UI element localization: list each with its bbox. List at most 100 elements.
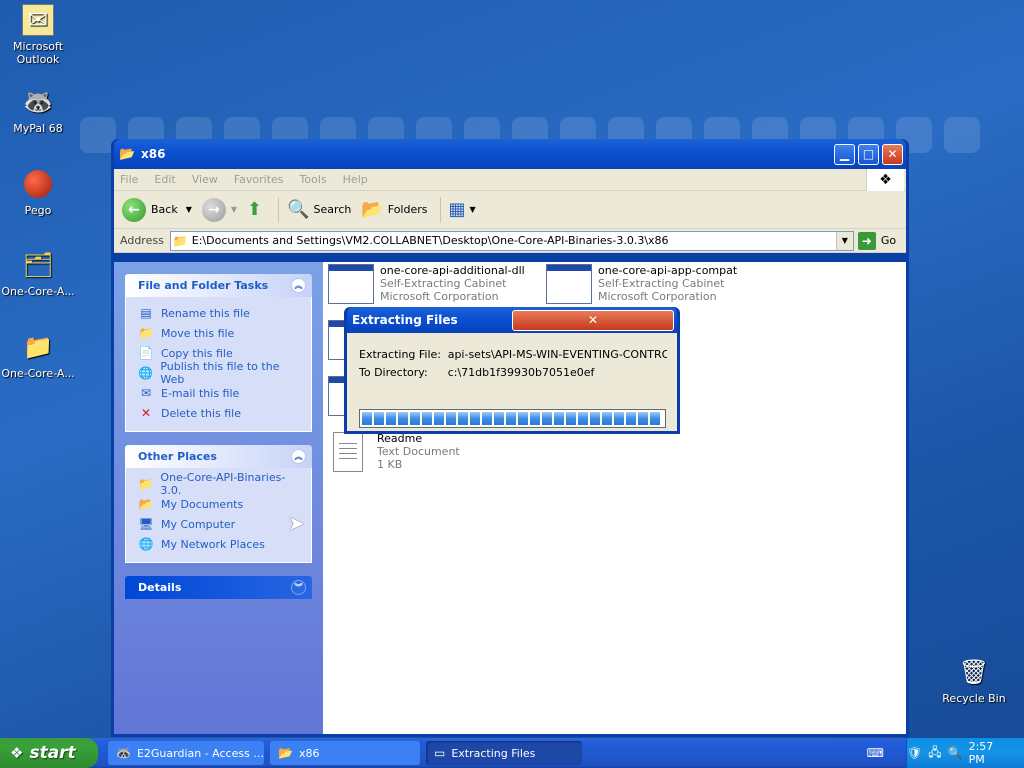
file-item[interactable]: one-core-api-app-compat Self-Extracting C… — [546, 264, 737, 304]
desktop-icon-label: One-Core-A... — [1, 285, 75, 298]
maximize-button[interactable]: □ — [858, 143, 879, 165]
desktop-icon-outlook[interactable]: ✉ Microsoft Outlook — [0, 4, 76, 66]
search-icon[interactable]: 🔍 — [948, 746, 963, 760]
text-document-icon — [333, 432, 363, 472]
place-my-documents[interactable]: 📂 My Documents — [138, 494, 301, 514]
windows-logo-icon: ❖ — [866, 169, 904, 191]
taskbar-item-extracting[interactable]: ▭ Extracting Files — [426, 741, 582, 765]
task-label: Copy this file — [161, 346, 233, 360]
file-item[interactable]: one-core-api-additional-dll Self-Extracti… — [328, 264, 525, 304]
taskbar-item-e2guardian[interactable]: 🦝 E2Guardian - Access ... — [108, 741, 264, 765]
progress-block — [470, 412, 480, 425]
address-input[interactable]: 📁 E:\Documents and Settings\VM2.COLLABNE… — [169, 230, 854, 251]
outlook-icon: ✉ — [22, 4, 54, 36]
folders-icon: 📂 — [361, 199, 384, 220]
forward-dropdown-icon[interactable]: ▼ — [231, 205, 237, 214]
folders-button[interactable]: 📂 Folders — [361, 199, 427, 220]
dialog-close-button[interactable]: ✕ — [512, 309, 674, 331]
task-email[interactable]: ✉ E-mail this file — [138, 383, 301, 403]
task-move[interactable]: 📁 Move this file — [138, 323, 301, 343]
system-tray: 🛡 🖧 🔍 2:57 PM — [906, 738, 1024, 768]
my-computer-icon: 🖥 — [138, 517, 154, 531]
task-publish[interactable]: 🌐 Publish this file to the Web — [138, 360, 301, 386]
back-dropdown-icon[interactable]: ▼ — [186, 205, 192, 214]
go-button[interactable]: ➜ Go — [857, 231, 897, 250]
directory-value: c:\71db1f39930b7051e0ef — [447, 365, 595, 379]
progress-block — [410, 412, 420, 425]
shield-icon[interactable]: 🛡 — [907, 746, 922, 760]
start-button[interactable]: ❖ start — [0, 738, 98, 768]
recycle-bin-icon: 🗑 — [958, 658, 990, 686]
desktop-icon-zip-folder[interactable]: 🗂 One-Core-A... — [0, 249, 76, 298]
views-button[interactable]: ▦ ▼ — [449, 199, 476, 220]
go-label: Go — [880, 234, 897, 247]
file-company: Microsoft Corporation — [598, 290, 717, 303]
progress-block — [566, 412, 576, 425]
clock[interactable]: 2:57 PM — [969, 740, 1010, 766]
desktop-icon-folder[interactable]: 📁 One-Core-A... — [0, 331, 76, 380]
progress-block — [422, 412, 432, 425]
desktop-icon-label: One-Core-A... — [1, 367, 75, 380]
cabinet-file-icon — [328, 264, 374, 304]
desktop-icon-mypal[interactable]: 🦝 MyPal 68 — [0, 86, 76, 135]
back-button[interactable]: ← Back ▼ — [122, 197, 192, 222]
network-icon: 🌐 — [138, 537, 154, 551]
search-button[interactable]: 🔍 Search — [287, 199, 351, 220]
place-my-computer[interactable]: 🖥 My Computer — [138, 514, 301, 534]
file-tasks-header[interactable]: File and Folder Tasks ︽ — [125, 274, 312, 297]
place-my-network[interactable]: 🌐 My Network Places — [138, 534, 301, 554]
desktop-icon-pego[interactable]: Pego — [0, 168, 76, 217]
menu-tools[interactable]: Tools — [300, 173, 327, 186]
task-label: Delete this file — [161, 406, 241, 420]
address-dropdown-icon[interactable]: ▼ — [835, 231, 853, 250]
file-item[interactable]: Readme Text Document 1 KB — [323, 432, 460, 472]
collapse-icon[interactable]: ︽ — [291, 278, 306, 293]
taskbar-item-label: Extracting Files — [451, 746, 536, 760]
minimize-button[interactable]: ▁ — [834, 143, 855, 165]
folders-label: Folders — [387, 203, 428, 216]
mypal-icon: 🦝 — [23, 88, 53, 116]
file-company: Microsoft Corporation — [380, 290, 499, 303]
other-places-header[interactable]: Other Places ︽ — [125, 445, 312, 468]
close-button[interactable]: ✕ — [882, 143, 903, 165]
progress-block — [554, 412, 564, 425]
menu-file[interactable]: File — [120, 173, 138, 186]
task-delete[interactable]: ✕ Delete this file — [138, 403, 301, 423]
my-documents-icon: 📂 — [138, 497, 154, 511]
task-label: Rename this file — [161, 306, 250, 320]
collapse-icon[interactable]: ︽ — [291, 449, 306, 464]
file-type: Text Document — [377, 445, 460, 458]
task-rename[interactable]: ▤ Rename this file — [138, 303, 301, 323]
menu-favorites[interactable]: Favorites — [234, 173, 284, 186]
progress-block — [650, 412, 660, 425]
expand-icon[interactable]: ︾ — [291, 580, 306, 595]
move-icon: 📁 — [138, 326, 154, 340]
menu-help[interactable]: Help — [343, 173, 368, 186]
forward-button[interactable]: → ▼ — [201, 197, 237, 222]
details-header[interactable]: Details ︾ — [125, 576, 312, 599]
dialog-titlebar[interactable]: Extracting Files ✕ — [347, 307, 677, 333]
views-dropdown-icon: ▼ — [469, 205, 476, 214]
go-arrow-icon: ➜ — [857, 231, 876, 250]
taskbar-item-x86[interactable]: 📂 x86 — [270, 741, 420, 765]
address-value: E:\Documents and Settings\VM2.COLLABNET\… — [191, 234, 669, 247]
desktop-icon-recycle-bin[interactable]: 🗑 Recycle Bin — [936, 656, 1012, 705]
window-titlebar[interactable]: 📂 x86 ▁ □ ✕ — [114, 139, 906, 169]
menu-view[interactable]: View — [192, 173, 218, 186]
menu-edit[interactable]: Edit — [154, 173, 175, 186]
progress-block — [506, 412, 516, 425]
panel-title: Other Places — [138, 450, 217, 463]
network-icon[interactable]: 🖧 — [928, 743, 941, 764]
browser-icon: 🦝 — [116, 746, 131, 760]
keyboard-icon[interactable]: ⌨ — [867, 746, 884, 760]
address-bar: Address 📁 E:\Documents and Settings\VM2.… — [114, 229, 906, 253]
progress-block — [458, 412, 468, 425]
file-name: one-core-api-additional-dll — [380, 264, 525, 277]
views-icon: ▦ — [448, 199, 466, 220]
window-icon: ▭ — [434, 746, 446, 760]
progress-block — [374, 412, 384, 425]
extracting-dialog: Extracting Files ✕ Extracting File: api-… — [344, 307, 680, 434]
globe-icon: 🌐 — [138, 366, 154, 380]
place-parent-folder[interactable]: 📁 One-Core-API-Binaries-3.0. — [138, 471, 301, 497]
up-folder-button[interactable]: ⬆ — [247, 199, 266, 220]
